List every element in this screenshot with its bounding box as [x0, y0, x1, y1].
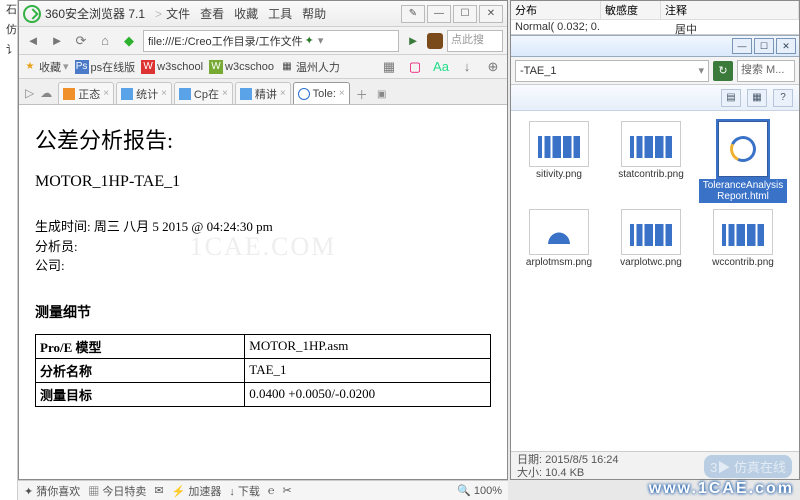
status-item[interactable]: ✉ [154, 484, 163, 497]
view-button[interactable]: ▦ [747, 89, 767, 107]
bookmark-item[interactable]: Ww3cschoo [209, 60, 274, 74]
explorer-addressbar: -TAE_1▾ ↻ 搜索 M... [511, 57, 799, 85]
close-button[interactable]: ✕ [776, 38, 796, 54]
tab[interactable]: 精讲× [235, 82, 291, 104]
status-item[interactable]: ✦ 猜你喜欢 [24, 483, 80, 499]
paw-icon[interactable] [427, 33, 443, 49]
menu-favorites[interactable]: 收藏 [234, 5, 258, 22]
close-icon[interactable]: × [280, 88, 286, 99]
close-icon[interactable]: × [161, 88, 167, 99]
tab[interactable]: 正态× [58, 82, 114, 104]
explorer-toolbar: ▤ ▦ ? [511, 85, 799, 111]
close-icon[interactable]: × [222, 88, 228, 99]
tab-overflow-button[interactable]: ▣ [372, 84, 392, 104]
close-icon[interactable]: × [103, 88, 109, 99]
tab[interactable]: Cp在× [174, 82, 233, 104]
status-item[interactable]: ℮ [268, 485, 275, 497]
status-item[interactable]: ▦ 今日特卖 [88, 483, 146, 499]
back-button[interactable]: ◄ [23, 31, 43, 51]
reload-button[interactable]: ⟳ [71, 31, 91, 51]
bookmark-item[interactable]: ▦温州人力 [280, 59, 340, 75]
overlay-watermark: 3▶ 仿真在线 [704, 455, 792, 478]
section-heading: 测量细节 [35, 302, 491, 322]
refresh-button[interactable]: ↻ [713, 61, 733, 81]
browser-window: 360安全浏览器 7.1 > 文件 查看 收藏 工具 帮助 ✎ — ☐ ✕ ◄ … [18, 0, 508, 480]
close-icon[interactable]: × [339, 88, 345, 99]
browser-logo-icon [23, 5, 41, 23]
file-explorer: 分布 敏感度 注释 Normal( 0.032; 0.居中 — ☐ ✕ -TAE… [510, 0, 800, 480]
file-item[interactable]: varplotwc.png [607, 209, 695, 268]
history-icon[interactable]: ▷ [25, 86, 34, 100]
menu-file[interactable]: 文件 [166, 5, 190, 22]
report-meta: 生成时间: 周三 八月 5 2015 @ 04:24:30 pm 分析员: 公司… [35, 217, 491, 276]
browser-titlebar: 360安全浏览器 7.1 > 文件 查看 收藏 工具 帮助 ✎ — ☐ ✕ [19, 1, 507, 27]
breadcrumb[interactable]: -TAE_1▾ [515, 60, 709, 82]
thumbnail-icon [621, 209, 681, 255]
address-bar: ◄ ► ⟳ ⌂ ◆ file:///E:/Creo工作目录/工作文件✦▾ ► 点… [19, 27, 507, 55]
url-input[interactable]: file:///E:/Creo工作目录/工作文件✦▾ [143, 30, 399, 52]
html-file-icon [718, 121, 768, 177]
minimize-button[interactable]: — [732, 38, 752, 54]
help-button[interactable]: ? [773, 89, 793, 107]
new-tab-button[interactable]: ＋ [352, 84, 372, 104]
shield-icon[interactable]: ◆ [119, 31, 139, 51]
ext-icon[interactable]: ↓ [457, 57, 477, 77]
view-button[interactable]: ▤ [721, 89, 741, 107]
maximize-button[interactable]: ☐ [453, 5, 477, 23]
menu-view[interactable]: 查看 [200, 5, 224, 22]
bookmarks-bar: ★收藏▾ Psps在线版 Ww3school Ww3cschoo ▦温州人力 ▦… [19, 55, 507, 79]
ext-icon[interactable]: Aa [431, 57, 451, 77]
site-watermark: www.1CAE.com [649, 480, 794, 498]
status-item[interactable]: ✂ [283, 484, 292, 497]
feedback-icon[interactable]: ✎ [401, 5, 425, 23]
top-table-fragment: 分布 敏感度 注释 Normal( 0.032; 0.居中 [511, 1, 799, 35]
browser-statusbar: ✦ 猜你喜欢 ▦ 今日特卖 ✉ ⚡ 加速器 ↓ 下载 ℮ ✂ 🔍 100% [18, 480, 508, 500]
tab-bar: ▷ ☁ 正态× 统计× Cp在× 精讲× Tole:× ＋ ▣ [19, 79, 507, 105]
document-viewport: 1CAE.COM 公差分析报告: MOTOR_1HP-TAE_1 生成时间: 周… [19, 105, 507, 479]
file-item[interactable]: wccontrib.png [699, 209, 787, 268]
cloud-icon[interactable]: ☁ [40, 86, 52, 100]
maximize-button[interactable]: ☐ [754, 38, 774, 54]
explorer-titlebar: — ☐ ✕ [511, 35, 799, 57]
file-item-selected[interactable]: ToleranceAnalysisReport.html [699, 121, 787, 203]
thumbnail-icon [529, 121, 589, 167]
file-item[interactable]: sitivity.png [515, 121, 603, 203]
thumbnail-icon [713, 209, 773, 255]
bookmark-item[interactable]: Ww3school [141, 60, 203, 74]
thumbnail-icon [529, 209, 589, 255]
menu-tools[interactable]: 工具 [268, 5, 292, 22]
close-button[interactable]: ✕ [479, 5, 503, 23]
file-item[interactable]: statcontrib.png [607, 121, 695, 203]
status-item[interactable]: ↓ 下载 [229, 483, 260, 499]
status-item[interactable]: ⚡ 加速器 [172, 483, 222, 499]
ext-icon[interactable]: ▢ [405, 57, 425, 77]
thumbnail-icon [621, 121, 681, 167]
ext-icon[interactable]: ▦ [379, 57, 399, 77]
go-button[interactable]: ► [403, 31, 423, 51]
explorer-search[interactable]: 搜索 M... [737, 60, 795, 82]
file-item[interactable]: arplotmsm.png [515, 209, 603, 268]
tab-active[interactable]: Tole:× [293, 82, 350, 104]
tab[interactable]: 统计× [116, 82, 172, 104]
report-title: 公差分析报告: [35, 123, 491, 155]
zoom-level[interactable]: 🔍 100% [457, 484, 502, 497]
search-input[interactable]: 点此搜 [447, 30, 503, 52]
left-list-fragment: 石 仿 讠 [0, 0, 18, 500]
home-button[interactable]: ⌂ [95, 31, 115, 51]
report-subtitle: MOTOR_1HP-TAE_1 [35, 173, 491, 191]
menu-bar: 文件 查看 收藏 工具 帮助 [166, 5, 399, 22]
ext-icon[interactable]: ⊕ [483, 57, 503, 77]
browser-title: 360安全浏览器 7.1 [45, 5, 145, 22]
minimize-button[interactable]: — [427, 5, 451, 23]
favorites-button[interactable]: ★收藏▾ [23, 59, 69, 75]
detail-table: Pro/E 模型MOTOR_1HP.asm 分析名称TAE_1 测量目标0.04… [35, 334, 491, 407]
file-grid: sitivity.png statcontrib.png ToleranceAn… [511, 111, 799, 278]
forward-button[interactable]: ► [47, 31, 67, 51]
menu-help[interactable]: 帮助 [302, 5, 326, 22]
bookmark-item[interactable]: Psps在线版 [75, 59, 136, 75]
